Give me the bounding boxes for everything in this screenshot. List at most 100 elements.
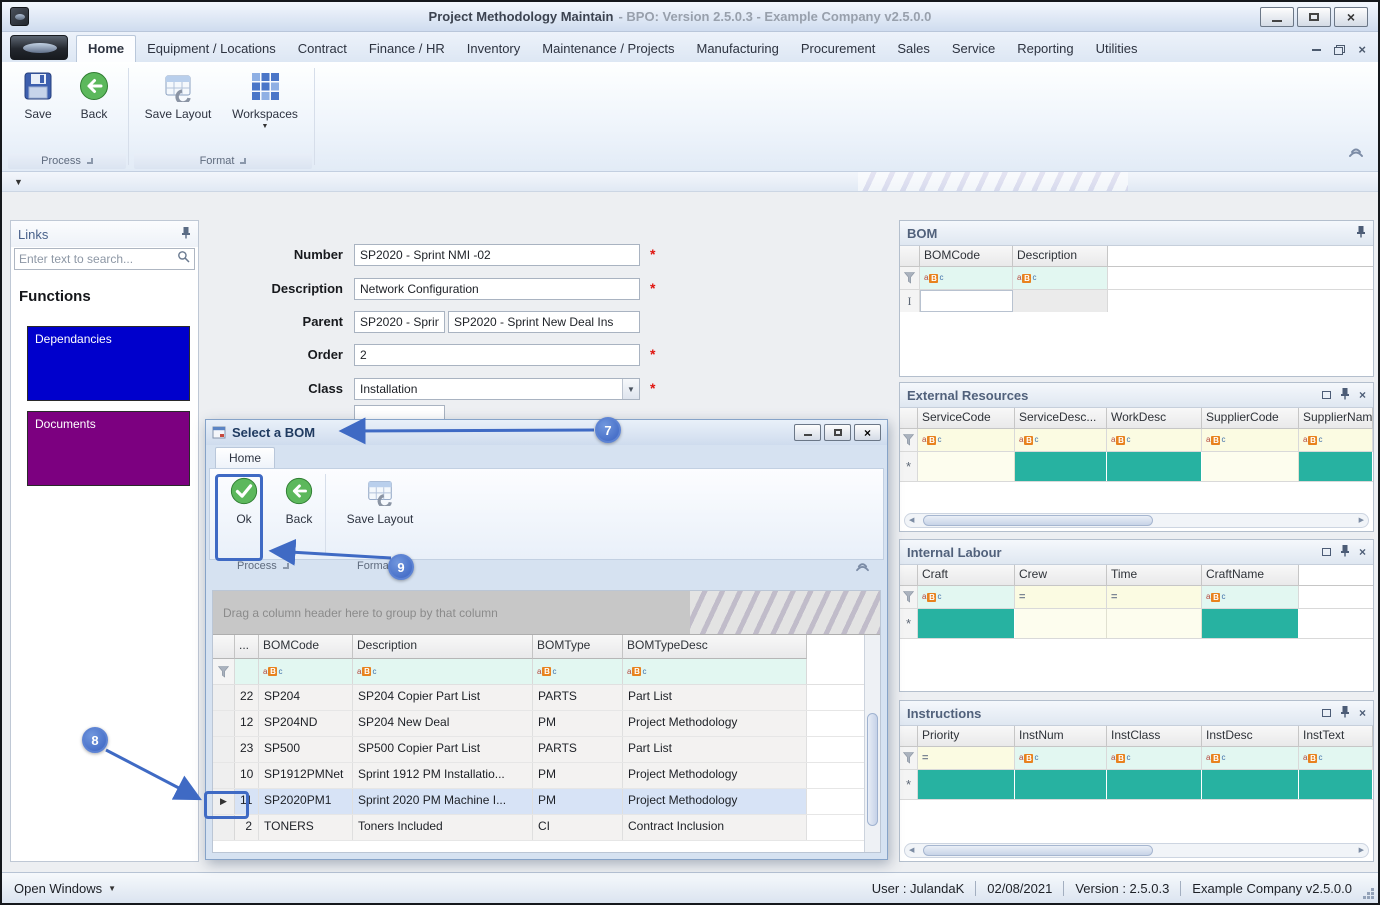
search-input[interactable] <box>19 252 177 266</box>
filter-cell[interactable]: aBc <box>259 659 353 684</box>
dialog-launcher-icon[interactable] <box>283 563 289 569</box>
parent-description-field[interactable] <box>448 311 640 333</box>
tab-utilities[interactable]: Utilities <box>1085 36 1149 62</box>
scroll-left-icon[interactable]: ◀ <box>909 846 914 854</box>
table-row[interactable]: 2 TONERS Toners Included CI Contract Inc… <box>213 815 880 841</box>
filter-cell[interactable]: aBc <box>1013 267 1108 289</box>
maximize-panel-icon[interactable] <box>1322 391 1331 399</box>
filter-cell[interactable]: aBc <box>1107 747 1202 769</box>
tab-contract[interactable]: Contract <box>287 36 358 62</box>
new-cell-required[interactable] <box>1015 452 1107 481</box>
column-header-suppliercode[interactable]: SupplierCode <box>1202 408 1299 428</box>
back-button[interactable]: Back <box>70 70 118 121</box>
table-row[interactable]: 10 SP1912PMNet Sprint 1912 PM Installati… <box>213 763 880 789</box>
filter-cell[interactable]: aBc <box>353 659 533 684</box>
new-cell-required[interactable] <box>918 609 1015 638</box>
minimize-button[interactable] <box>1260 7 1294 27</box>
group-by-drop-zone[interactable]: Drag a column header here to group by th… <box>213 591 880 635</box>
column-header-craft[interactable]: Craft <box>918 565 1015 585</box>
function-documents[interactable]: Documents <box>27 411 190 486</box>
dialog-titlebar[interactable]: Select a BOM × <box>206 420 887 445</box>
column-header-description[interactable]: Description <box>353 635 533 659</box>
parent-code-field[interactable] <box>354 311 445 333</box>
vertical-scrollbar[interactable] <box>864 635 880 852</box>
mdi-restore-icon[interactable] <box>1334 45 1345 55</box>
column-header-workdesc[interactable]: WorkDesc <box>1107 408 1202 428</box>
new-cell-required[interactable] <box>1299 770 1373 799</box>
maximize-panel-icon[interactable] <box>1322 548 1331 556</box>
filter-cell[interactable]: aBc <box>1015 747 1107 769</box>
filter-cell[interactable]: aBc <box>1202 429 1299 451</box>
column-header-bomtypedesc[interactable]: BOMTypeDesc <box>623 635 807 659</box>
filter-cell[interactable]: aBc <box>623 659 807 684</box>
save-button[interactable]: Save <box>14 70 62 121</box>
class-dropdown[interactable]: Installation ▼ <box>354 378 640 400</box>
scroll-left-icon[interactable]: ◀ <box>909 516 914 524</box>
column-header-suppliername[interactable]: SupplierNam <box>1299 408 1373 428</box>
scrollbar-thumb[interactable] <box>923 515 1153 526</box>
filter-cell[interactable]: = <box>1107 586 1202 608</box>
filter-cell[interactable]: aBc <box>918 586 1015 608</box>
description-field[interactable] <box>354 278 640 300</box>
table-row[interactable]: 23 SP500 SP500 Copier Part List PARTS Pa… <box>213 737 880 763</box>
dialog-launcher-icon[interactable] <box>240 158 246 164</box>
filter-cell[interactable]: aBc <box>1299 747 1373 769</box>
new-cell-required[interactable] <box>1107 452 1202 481</box>
maximize-button[interactable] <box>1297 7 1331 27</box>
collapse-ribbon-icon[interactable] <box>855 561 870 575</box>
edit-cell-description[interactable] <box>1013 290 1108 312</box>
table-row[interactable]: 22 SP204 SP204 Copier Part List PARTS Pa… <box>213 685 880 711</box>
filter-cell[interactable]: = <box>918 747 1015 769</box>
table-row[interactable]: 12 SP204ND SP204 New Deal PM Project Met… <box>213 711 880 737</box>
column-header-instdesc[interactable]: InstDesc <box>1202 726 1299 746</box>
dialog-tab-home[interactable]: Home <box>215 447 275 468</box>
mdi-minimize-icon[interactable] <box>1312 49 1321 51</box>
tab-equipment-locations[interactable]: Equipment / Locations <box>136 36 287 62</box>
workspaces-button[interactable]: Workspaces ▼ <box>226 70 304 130</box>
column-header-priority[interactable]: Priority <box>918 726 1015 746</box>
table-row-selected[interactable]: ▶ 11 SP2020PM1 Sprint 2020 PM Machine I.… <box>213 789 880 815</box>
column-header-bomtype[interactable]: BOMType <box>533 635 623 659</box>
new-cell-required[interactable] <box>1202 770 1299 799</box>
scrollbar-thumb[interactable] <box>867 713 878 826</box>
column-header-num[interactable]: ... <box>235 635 259 659</box>
new-cell-required[interactable] <box>1202 609 1299 638</box>
column-header-servicecode[interactable]: ServiceCode <box>918 408 1015 428</box>
dialog-close-button[interactable]: × <box>854 424 881 441</box>
new-cell[interactable] <box>1202 452 1299 481</box>
pin-icon[interactable] <box>1340 705 1350 721</box>
tab-sales[interactable]: Sales <box>886 36 941 62</box>
column-header-bomcode[interactable]: BOMCode <box>259 635 353 659</box>
dialog-back-button[interactable]: Back <box>274 476 324 526</box>
pin-icon[interactable] <box>181 226 191 242</box>
pin-icon[interactable] <box>1340 387 1350 403</box>
function-dependancies[interactable]: Dependancies <box>27 326 190 401</box>
new-cell[interactable] <box>1015 609 1107 638</box>
new-cell-required[interactable] <box>1107 770 1202 799</box>
collapse-ribbon-icon[interactable] <box>1348 145 1364 163</box>
chevron-down-icon[interactable]: ▼ <box>622 379 639 399</box>
column-header-instclass[interactable]: InstClass <box>1107 726 1202 746</box>
mdi-close-icon[interactable]: × <box>1358 43 1366 56</box>
filter-cell[interactable]: = <box>1015 586 1107 608</box>
pin-icon[interactable] <box>1356 225 1366 241</box>
partially-hidden-field[interactable] <box>354 405 445 420</box>
resize-grip[interactable] <box>1371 896 1374 899</box>
column-header-bomcode[interactable]: BOMCode <box>920 246 1013 266</box>
number-field[interactable] <box>354 244 640 266</box>
horizontal-scrollbar[interactable]: ◀ ▶ <box>904 843 1369 858</box>
new-cell-required[interactable] <box>1015 770 1107 799</box>
column-header-craftname[interactable]: CraftName <box>1202 565 1299 585</box>
column-header-crew[interactable]: Crew <box>1015 565 1107 585</box>
column-header-insttext[interactable]: InstText <box>1299 726 1373 746</box>
save-layout-button[interactable]: Save Layout <box>140 70 216 121</box>
tab-procurement[interactable]: Procurement <box>790 36 886 62</box>
order-field[interactable] <box>354 344 640 366</box>
filter-cell[interactable] <box>235 659 259 684</box>
filter-cell[interactable]: aBc <box>1202 586 1299 608</box>
tab-reporting[interactable]: Reporting <box>1006 36 1084 62</box>
maximize-panel-icon[interactable] <box>1322 709 1331 717</box>
dialog-maximize-button[interactable] <box>824 424 851 441</box>
dialog-minimize-button[interactable] <box>794 424 821 441</box>
pin-icon[interactable] <box>1340 544 1350 560</box>
